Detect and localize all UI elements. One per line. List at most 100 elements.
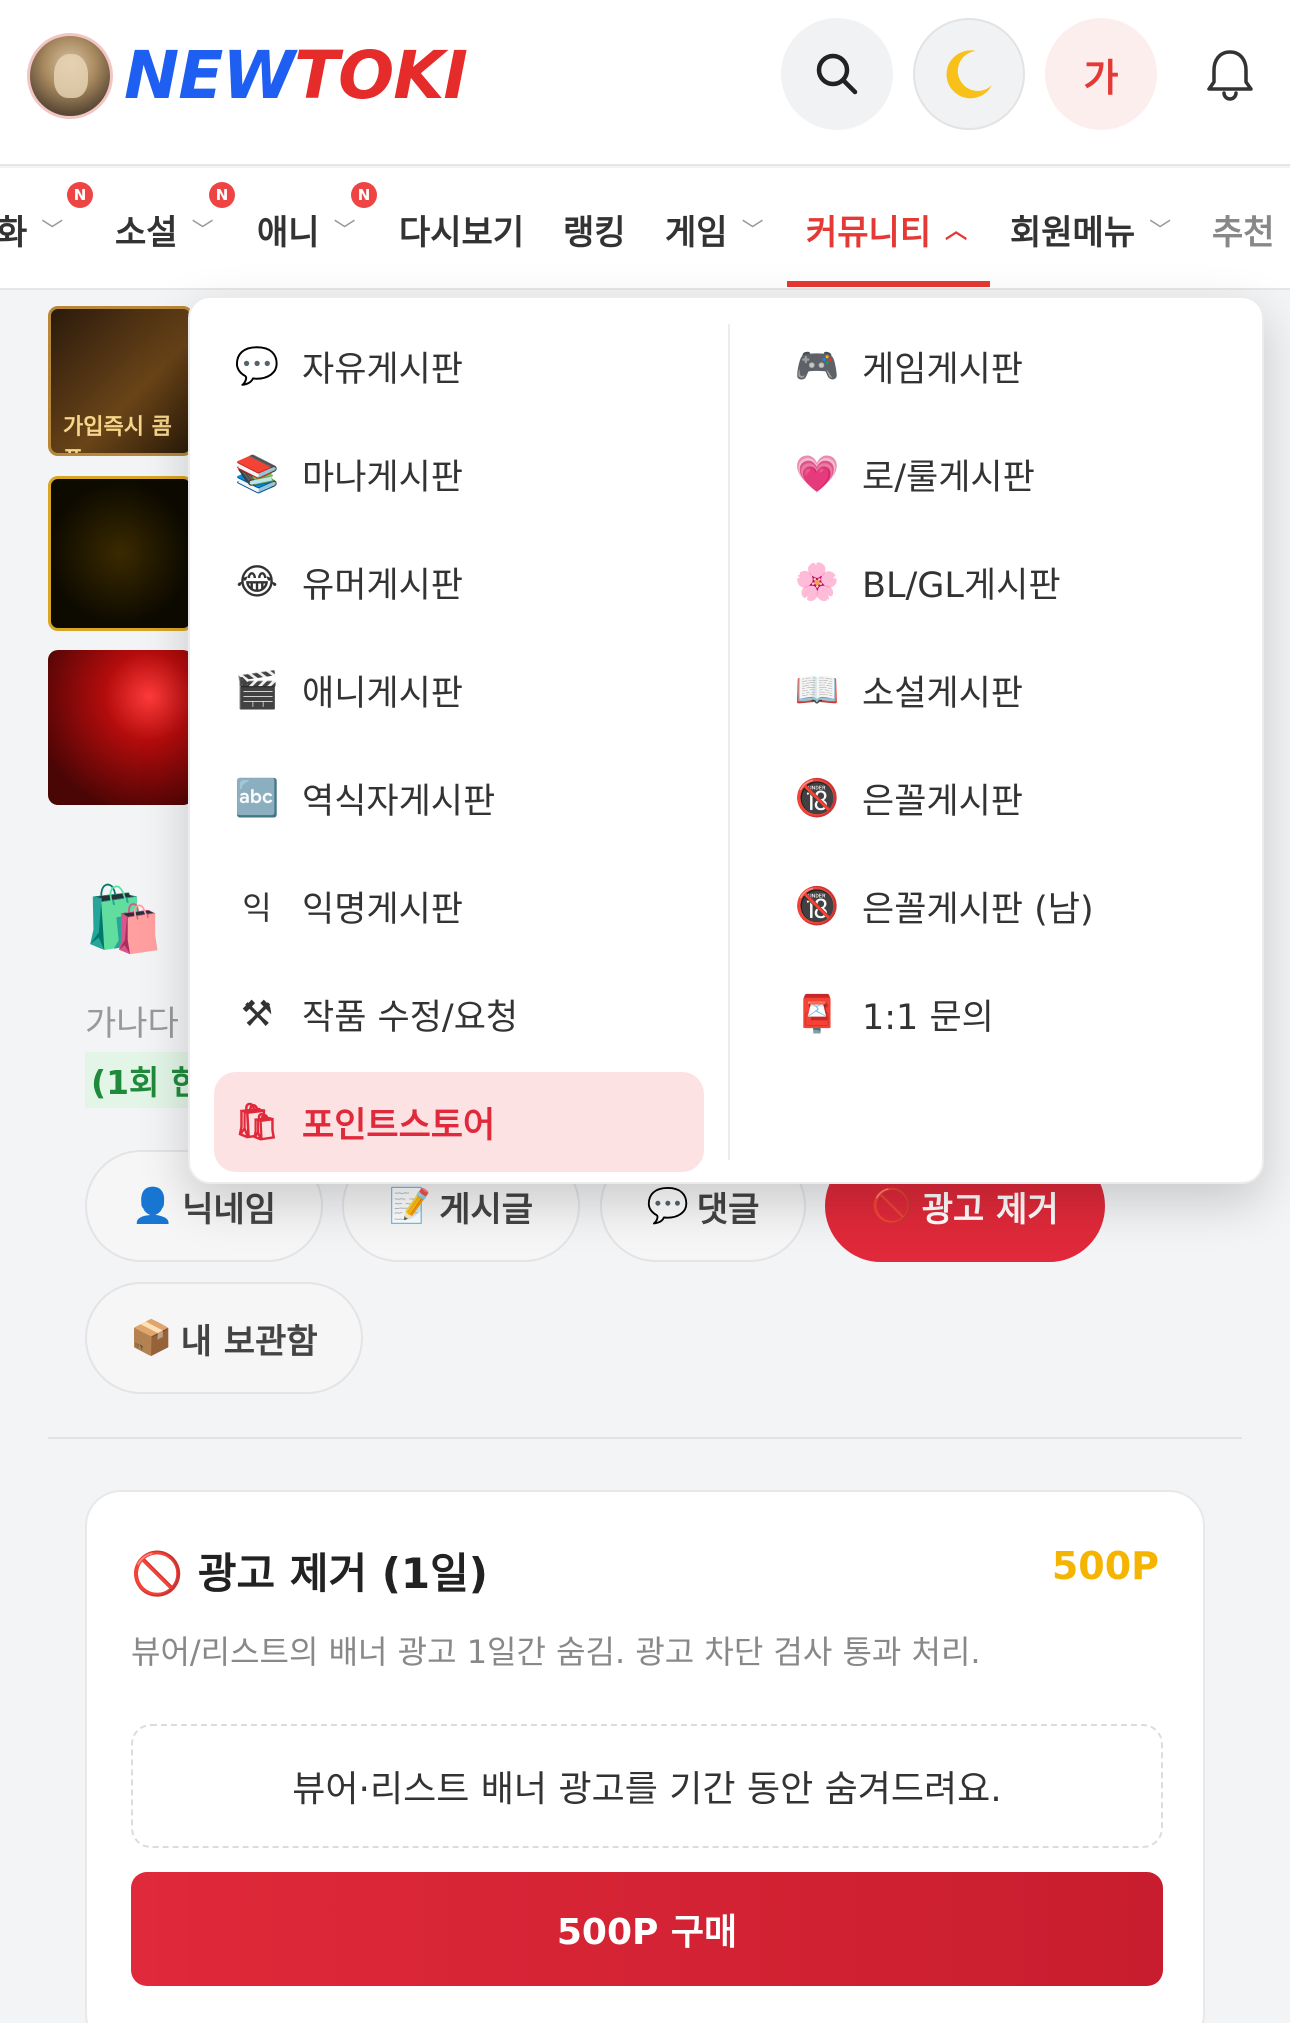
chevron-down-icon: ﹀ (333, 219, 356, 244)
store-item-description: 뷰어/리스트의 배너 광고 1일간 숨김. 광고 차단 검사 통과 처리. (131, 1633, 981, 1671)
nav-item-label: 화 (0, 205, 27, 254)
menu-item-anime-board[interactable]: 🎬 애니게시판 (214, 640, 704, 740)
anonymous-icon: 익 (242, 889, 272, 927)
nav-item-recommend[interactable]: 추천 (1212, 204, 1275, 254)
menu-item-game-board[interactable]: 🎮 게임게시판 (774, 316, 1244, 416)
pill-label: 광고 제거 (921, 1189, 1059, 1230)
buy-button[interactable]: 500P 구매 (131, 1872, 1163, 1986)
dark-mode-toggle[interactable] (913, 18, 1025, 130)
logo-text-new: NEW (124, 37, 295, 114)
menu-item-label: 자유게시판 (302, 349, 464, 390)
nav-item-novel[interactable]: 소설 ﹀ (115, 204, 214, 254)
site-logo[interactable]: NEWTOKI (124, 36, 468, 116)
game-controller-icon: 🎮 (794, 346, 840, 387)
menu-item-label: 포인트스토어 (302, 1105, 496, 1146)
shopping-bag-icon: 🛍️ (84, 883, 164, 957)
chevron-down-icon: ﹀ (1149, 219, 1172, 244)
search-icon (816, 53, 858, 95)
dropdown-column-divider (728, 324, 730, 1160)
user-icon: 👤 (131, 1186, 175, 1226)
active-tab-indicator (787, 281, 990, 287)
nav-item-anime[interactable]: 애니 ﹀ (257, 204, 356, 254)
menu-item-adult-board[interactable]: 🔞 은꼴게시판 (774, 748, 1244, 848)
nav-item-game[interactable]: 게임 ﹀ (665, 204, 764, 254)
speech-bubble-icon: 💬 (234, 346, 280, 387)
new-badge: N (209, 182, 235, 208)
ad-banner[interactable] (48, 650, 193, 805)
search-button[interactable] (781, 18, 893, 130)
store-item-title: 🚫 광고 제거 (1일) (131, 1549, 488, 1598)
store-item-price: 500P (1051, 1544, 1159, 1588)
nav-item-label: 회원메뉴 (1010, 212, 1136, 253)
menu-item-label: 게임게시판 (862, 349, 1024, 390)
logo-text-toki: TOKI (294, 37, 468, 114)
nav-item-label: 게임 (665, 212, 728, 253)
chevron-down-icon: ﹀ (741, 219, 764, 244)
nav-item-label: 애니 (257, 212, 320, 253)
partial-text: 가나다 (85, 1004, 179, 1044)
no-under-18-icon: 🔞 (794, 778, 840, 819)
nav-item-label: 추천 (1212, 212, 1275, 253)
menu-item-label: 로/룰게시판 (862, 457, 1035, 498)
menu-item-mana-board[interactable]: 📚 마나게시판 (214, 424, 704, 524)
menu-item-anonymous-board[interactable]: 익 익명게시판 (214, 856, 704, 956)
postbox-icon: 📮 (794, 994, 840, 1035)
menu-item-free-board[interactable]: 💬 자유게시판 (214, 316, 704, 416)
menu-item-label: 애니게시판 (302, 673, 464, 714)
pill-label: 게시글 (439, 1189, 534, 1230)
menu-item-romance-board[interactable]: 💗 로/룰게시판 (774, 424, 1244, 524)
menu-item-label: 소설게시판 (862, 673, 1024, 714)
main-nav: 화﹀ N 소설﹀ N 애니﹀ N 다시보기 랭킹 게임﹀ 커뮤니티︿ 회원메뉴﹀… (0, 168, 1290, 290)
community-dropdown-menu: 💬 자유게시판 📚 마나게시판 😂 유머게시판 🎬 애니게시판 🔤 역식자게시판 익 익명게… (188, 296, 1264, 1184)
cherry-blossom-icon: 🌸 (794, 562, 840, 603)
chevron-down-icon: ﹀ (191, 219, 214, 244)
menu-item-humor-board[interactable]: 😂 유머게시판 (214, 532, 704, 632)
new-badge: N (67, 182, 93, 208)
open-book-icon: 📖 (794, 670, 840, 711)
menu-item-label: 역식자게시판 (302, 781, 496, 822)
menu-item-label: 은꼴게시판 (남) (862, 889, 1094, 930)
menu-item-point-store[interactable]: 🛍 포인트스토어 (214, 1072, 704, 1172)
menu-item-blgl-board[interactable]: 🌸 BL/GL게시판 (774, 532, 1244, 632)
store-item-notice: 뷰어·리스트 배너 광고를 기간 동안 숨겨드려요. (131, 1724, 1163, 1848)
package-icon: 📦 (130, 1318, 173, 1358)
menu-item-label: 익명게시판 (302, 889, 464, 930)
clapperboard-icon: 🎬 (234, 670, 280, 711)
nav-item-community[interactable]: 커뮤니티 ︿ (806, 204, 967, 254)
chevron-up-icon: ︿ (945, 219, 968, 244)
nav-item-label: 커뮤니티 (806, 212, 932, 253)
menu-item-novel-board[interactable]: 📖 소설게시판 (774, 640, 1244, 740)
my-storage-button[interactable]: 📦 내 보관함 (85, 1282, 363, 1394)
menu-item-edit-request[interactable]: ⚒ 작품 수정/요청 (214, 964, 704, 1064)
ad-banner[interactable] (48, 476, 193, 631)
heart-icon: 💗 (794, 454, 840, 495)
nav-item-comic[interactable]: 화﹀ (0, 204, 63, 254)
ad-banner[interactable]: 가입즉시 콤프 (48, 306, 193, 456)
moon-icon (946, 50, 992, 99)
menu-item-adult-board-male[interactable]: 🔞 은꼴게시판 (남) (774, 856, 1244, 956)
prohibited-icon: 🚫 (871, 1186, 914, 1226)
laughing-face-icon: 😂 (235, 561, 279, 603)
menu-item-label: BL/GL게시판 (862, 565, 1061, 606)
nav-item-member-menu[interactable]: 회원메뉴 ﹀ (1010, 204, 1171, 254)
pill-label: 닉네임 (182, 1189, 277, 1230)
abc-icon: 🔤 (234, 778, 280, 819)
menu-item-label: 은꼴게시판 (862, 781, 1024, 822)
books-icon: 📚 (234, 454, 280, 495)
menu-item-translator-board[interactable]: 🔤 역식자게시판 (214, 748, 704, 848)
banner-text: 가입즉시 콤프 (63, 415, 172, 453)
no-under-18-icon: 🔞 (794, 886, 840, 927)
menu-item-inquiry[interactable]: 📮 1:1 문의 (774, 964, 1244, 1064)
menu-item-label: 유머게시판 (302, 565, 464, 606)
speech-bubble-icon: 💬 (646, 1186, 689, 1226)
font-size-button[interactable]: 가 (1045, 18, 1157, 130)
shopping-bag-icon: 🛍 (234, 1102, 280, 1143)
site-avatar-logo[interactable] (27, 33, 113, 119)
bell-icon[interactable] (1200, 44, 1260, 104)
chevron-down-icon: ﹀ (41, 219, 64, 244)
nav-item-replay[interactable]: 다시보기 (399, 204, 524, 254)
menu-item-label: 작품 수정/요청 (302, 997, 519, 1038)
nav-item-label: 랭킹 (563, 212, 626, 253)
nav-item-ranking[interactable]: 랭킹 (563, 204, 626, 254)
memo-icon: 📝 (388, 1186, 432, 1226)
